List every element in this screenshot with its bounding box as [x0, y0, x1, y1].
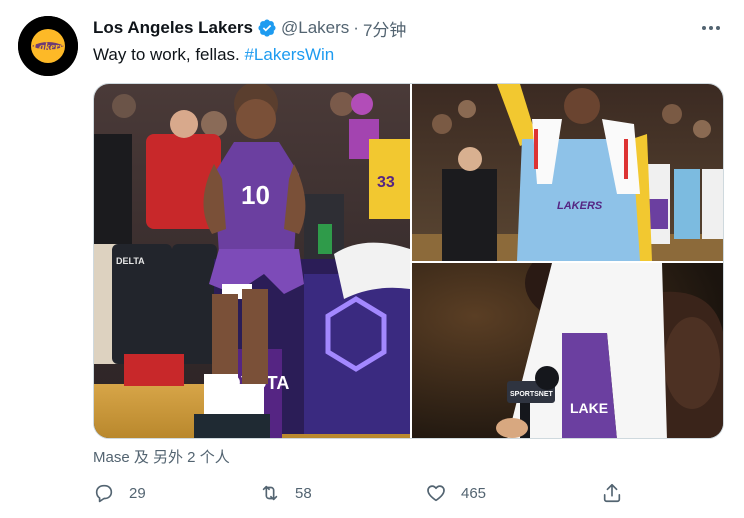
- share-icon: [603, 483, 621, 503]
- reply-count: 29: [129, 484, 146, 502]
- more-horizontal-icon: [702, 26, 720, 30]
- photo-player-towel-crowd[interactable]: LAKERS: [412, 84, 723, 261]
- like-count: 465: [461, 484, 487, 502]
- tweet-header: Los Angeles Lakers @Lakers · 7分钟: [93, 16, 406, 41]
- retweet-button[interactable]: 58: [259, 482, 312, 504]
- svg-text:LAKERS: LAKERS: [557, 200, 603, 212]
- svg-text:Lakers: Lakers: [31, 41, 63, 53]
- reply-button[interactable]: 29: [93, 482, 146, 504]
- lakers-logo-icon: Lakers: [18, 16, 78, 76]
- photo-player-interview[interactable]: LAKE SPORTSNET: [412, 263, 723, 438]
- tweet-body: Way to work, fellas.: [93, 45, 245, 64]
- author-handle[interactable]: @Lakers: [281, 18, 349, 38]
- retweet-count: 58: [295, 484, 312, 502]
- share-button[interactable]: [601, 482, 637, 504]
- tweet-timestamp[interactable]: 7分钟: [363, 16, 406, 41]
- verified-badge-icon: [258, 19, 276, 37]
- retweet-icon: [262, 485, 278, 501]
- heart-icon: [427, 485, 445, 502]
- hashtag-link[interactable]: #LakersWin: [244, 45, 334, 64]
- photo-player-courtside[interactable]: 33 DELTA TOYOTA: [94, 84, 410, 438]
- author-name[interactable]: Los Angeles Lakers: [93, 18, 253, 38]
- svg-text:DELTA: DELTA: [116, 256, 145, 266]
- media-grid: 33 DELTA TOYOTA: [93, 83, 724, 439]
- svg-text:LAKE: LAKE: [570, 400, 608, 416]
- like-button[interactable]: 465: [425, 482, 486, 504]
- separator-dot: ·: [353, 18, 359, 37]
- svg-text:10: 10: [241, 180, 270, 210]
- avatar[interactable]: Lakers: [18, 16, 78, 76]
- tweet-card[interactable]: Lakers Los Angeles Lakers @Lakers · 7分钟 …: [0, 0, 744, 518]
- tagged-people-link[interactable]: Mase 及 另外 2 个人: [93, 446, 230, 467]
- reply-icon: [95, 484, 113, 503]
- svg-text:SPORTSNET: SPORTSNET: [510, 391, 554, 398]
- action-bar: 29 58 465: [93, 482, 633, 506]
- tweet-text: Way to work, fellas. #LakersWin: [93, 45, 334, 65]
- more-options-button[interactable]: [700, 19, 722, 37]
- svg-text:33: 33: [377, 174, 395, 191]
